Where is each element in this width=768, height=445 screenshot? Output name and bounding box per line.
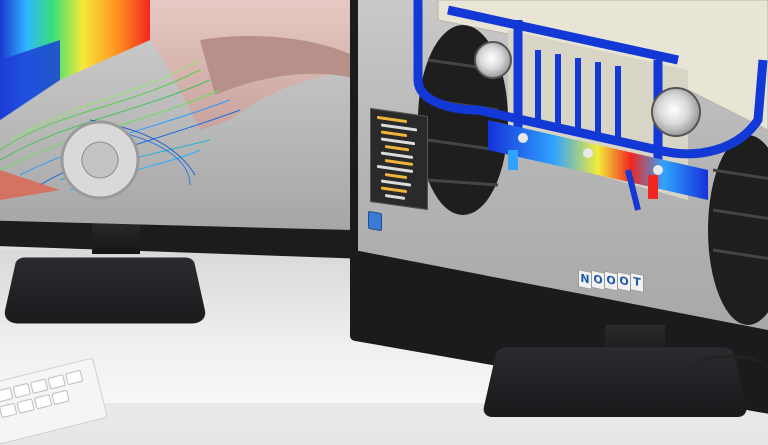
tree-item[interactable] (377, 115, 407, 124)
tree-item[interactable] (381, 151, 413, 159)
key (0, 387, 14, 403)
model-tree-panel[interactable] (370, 107, 428, 211)
key (16, 398, 35, 414)
view-icon[interactable]: O (604, 270, 618, 292)
left-monitor-stand-base (2, 257, 208, 324)
view-icon[interactable]: N (578, 268, 592, 290)
view-icon[interactable]: O (617, 271, 631, 293)
tow-hook-left (508, 150, 518, 170)
right-tire (708, 135, 768, 325)
tree-item[interactable] (385, 145, 409, 152)
view-icon[interactable]: O (591, 269, 605, 291)
left-headlight (474, 41, 512, 79)
key (12, 382, 31, 399)
tree-item[interactable] (377, 164, 413, 173)
ground-plane (0, 170, 60, 200)
key (0, 402, 18, 419)
tree-item[interactable] (385, 159, 413, 166)
tree-item[interactable] (385, 173, 407, 180)
monitor-cable (690, 355, 768, 388)
tree-item[interactable] (381, 186, 407, 194)
tree-item[interactable] (385, 194, 405, 200)
cfd-render (0, 0, 352, 200)
key (47, 374, 66, 390)
left-monitor-stand-neck (92, 220, 140, 254)
side-toolbar-button[interactable] (368, 210, 382, 232)
tree-item[interactable] (381, 179, 411, 187)
tow-hook-right (648, 175, 658, 199)
key (30, 378, 49, 394)
right-headlight (651, 87, 701, 137)
tree-item[interactable] (381, 137, 415, 146)
key (64, 369, 84, 386)
view-icon[interactable]: T (630, 272, 644, 294)
left-monitor-screen (0, 0, 352, 230)
key (33, 393, 53, 410)
tree-item[interactable] (381, 130, 407, 138)
